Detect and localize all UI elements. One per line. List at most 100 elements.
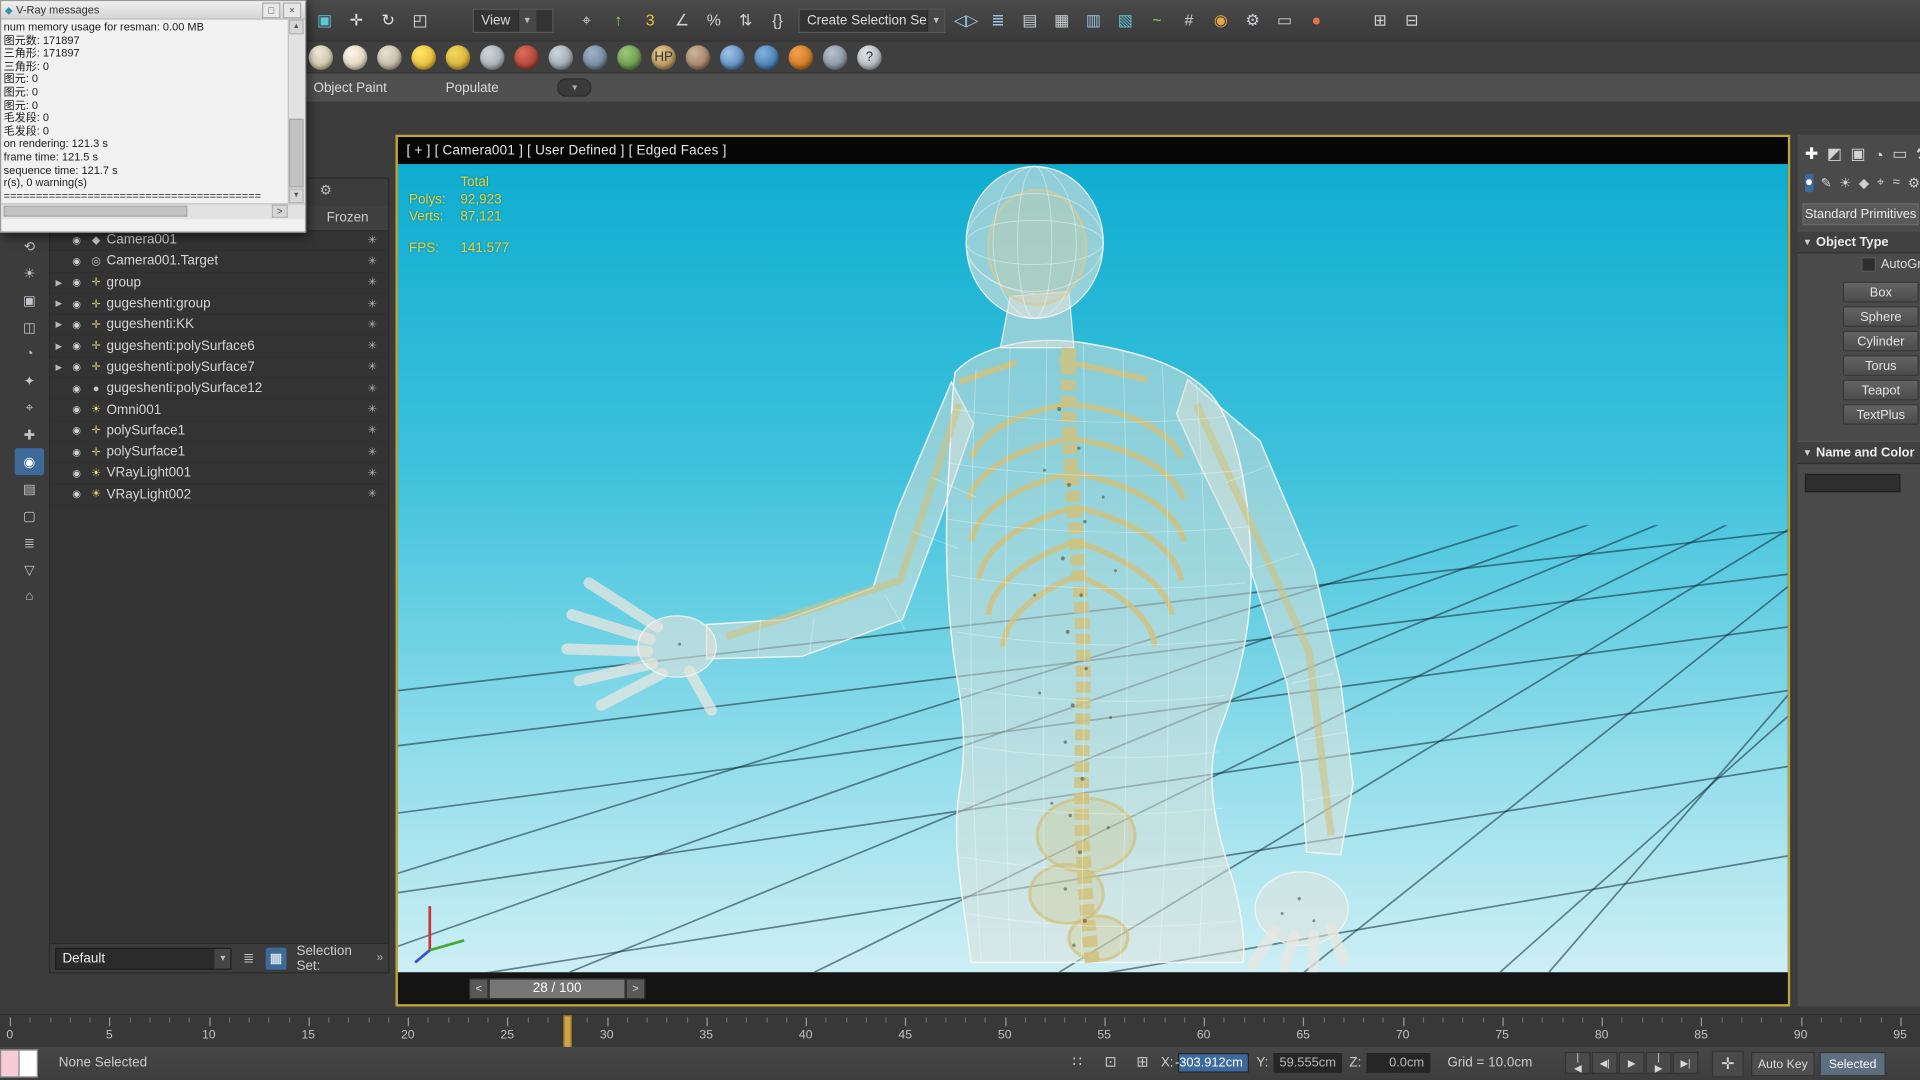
tab-object-paint[interactable]: Object Paint bbox=[313, 80, 386, 95]
frozen-toggle-icon[interactable]: ✳ bbox=[356, 297, 388, 310]
eye-icon[interactable]: ◉ bbox=[67, 319, 85, 330]
viewport-canvas[interactable]: Total Polys: 92,923 Verts: 87,121 FPS: 1… bbox=[397, 164, 1788, 973]
geometry-filter-icon[interactable]: ▣ bbox=[15, 287, 44, 314]
frozen-toggle-icon[interactable]: ✳ bbox=[356, 445, 388, 458]
toolbars-icon[interactable]: ▤ bbox=[1014, 6, 1046, 35]
create-textplus-button[interactable]: TextPlus bbox=[1842, 404, 1919, 425]
containers-filter-icon[interactable]: ▢ bbox=[15, 502, 44, 529]
pivot-point-icon[interactable]: ⌖ bbox=[571, 6, 603, 35]
create-teapot-button[interactable]: Teapot bbox=[1842, 379, 1919, 401]
systems-category-icon[interactable]: ⚙ bbox=[1908, 173, 1920, 191]
spacewarps-filter-icon[interactable]: ⌖ bbox=[15, 394, 44, 421]
frozen-toggle-icon[interactable]: ✳ bbox=[356, 276, 388, 289]
lights-filter-icon[interactable]: ☀ bbox=[15, 260, 44, 287]
selection-lock-icon[interactable]: ⊡ bbox=[1104, 1053, 1116, 1070]
maxscript-listener-pane[interactable] bbox=[19, 1049, 38, 1078]
close-icon[interactable]: × bbox=[282, 1, 302, 18]
render-setup-icon[interactable]: ⚙ bbox=[1237, 6, 1269, 35]
scene-row[interactable]: ▶ ◉ ✛ gugeshenti:polySurface7 ✳ bbox=[50, 357, 389, 379]
create-torus-button[interactable]: Torus bbox=[1842, 355, 1919, 376]
blue-sphere-icon[interactable] bbox=[720, 44, 745, 70]
scene-row[interactable]: ▶ ◉ ✛ gugeshenti:group ✳ bbox=[50, 294, 389, 315]
horizontal-scrollbar[interactable]: > bbox=[1, 203, 305, 220]
scene-row[interactable]: ◉ ● gugeshenti:polySurface12 ✳ bbox=[50, 378, 389, 400]
select-and-rotate-icon[interactable]: ↻ bbox=[372, 6, 404, 35]
eye-icon[interactable]: ◉ bbox=[67, 489, 85, 500]
expand-chevron-icon[interactable]: » bbox=[376, 951, 383, 964]
time-slider-frame-display[interactable]: 28 / 100 bbox=[488, 977, 626, 999]
materials-filter-icon[interactable]: ▤ bbox=[15, 475, 44, 502]
selected-mode-button[interactable]: Selected bbox=[1819, 1051, 1886, 1077]
isolate-selection-icon[interactable]: ∷ bbox=[1073, 1053, 1082, 1070]
create-tab-icon[interactable]: ✚ bbox=[1805, 144, 1818, 164]
flask-icon[interactable] bbox=[548, 44, 574, 70]
object-type-rollout[interactable]: ▾ Object Type bbox=[1797, 230, 1920, 254]
track-bar[interactable]: 0 5 10 15 20 25 30 35 40 45 50 55 60 65 70 75 80 85 90 95 bbox=[0, 1013, 1920, 1050]
object-name-field[interactable] bbox=[1804, 473, 1901, 493]
x-coordinate-field[interactable]: -303.912cm bbox=[1175, 1053, 1249, 1073]
scene-row[interactable]: ◉ ◆ Camera001 ✳ bbox=[50, 230, 389, 252]
expand-arrow-icon[interactable]: ▶ bbox=[50, 320, 67, 330]
sync-filter-icon[interactable]: ⟲ bbox=[15, 233, 44, 260]
scene-row[interactable]: ▶ ◉ ✛ group ✳ bbox=[50, 273, 389, 294]
geometry-category-icon[interactable]: ● bbox=[1804, 173, 1814, 192]
autogrid-checkbox[interactable] bbox=[1861, 257, 1876, 272]
vray-window-titlebar[interactable]: ◆ V-Ray messages □ × bbox=[1, 1, 305, 20]
absolute-offset-icon[interactable]: ⊞ bbox=[1136, 1053, 1148, 1070]
schematic-view-icon[interactable]: # bbox=[1173, 6, 1205, 35]
gear-icon[interactable]: ⚙ bbox=[320, 182, 332, 199]
shapes-filter-icon[interactable]: ◫ bbox=[15, 313, 44, 340]
spinner-snap-icon[interactable]: ⇅ bbox=[730, 6, 762, 35]
help-icon[interactable]: ? bbox=[857, 44, 882, 70]
hp-icon[interactable]: HP bbox=[651, 44, 676, 70]
cameras-category-icon[interactable]: ◆ bbox=[1859, 173, 1869, 191]
frozen-toggle-icon[interactable]: ✳ bbox=[356, 233, 388, 246]
scene-row[interactable]: ◉ ☀ Omni001 ✳ bbox=[50, 400, 389, 421]
sun-icon[interactable] bbox=[411, 44, 436, 70]
align-icon[interactable]: ≣ bbox=[982, 6, 1014, 35]
list-view-icon[interactable]: ≣ bbox=[15, 529, 44, 556]
visibility-filter-icon[interactable]: ◉ bbox=[14, 448, 45, 476]
hierarchy-tab-icon[interactable]: ▣ bbox=[1850, 144, 1865, 164]
previous-frame-button[interactable]: < bbox=[468, 977, 489, 999]
expand-arrow-icon[interactable]: ▶ bbox=[50, 341, 67, 351]
viewport-label[interactable]: [ + ] [ Camera001 ] [ User Defined ] [ E… bbox=[397, 137, 1788, 165]
use-center-icon[interactable]: ↑ bbox=[602, 6, 634, 35]
expand-arrow-icon[interactable]: ▶ bbox=[50, 278, 67, 288]
maxscript-listener-pane[interactable] bbox=[0, 1049, 20, 1078]
name-and-color-rollout[interactable]: ▾ Name and Color bbox=[1797, 440, 1920, 465]
frozen-toggle-icon[interactable]: ✳ bbox=[356, 488, 388, 501]
plant-icon[interactable] bbox=[617, 44, 642, 70]
modify-tab-icon[interactable]: ◩ bbox=[1827, 144, 1842, 164]
scroll-down-icon[interactable]: ▼ bbox=[288, 188, 304, 204]
dots-grid-icon[interactable] bbox=[480, 44, 505, 70]
eye-icon[interactable]: ◉ bbox=[67, 425, 85, 436]
eye-icon[interactable]: ◉ bbox=[67, 446, 85, 457]
berries-icon[interactable] bbox=[514, 44, 539, 70]
z-coordinate-field[interactable]: 0.0cm bbox=[1366, 1053, 1431, 1073]
frozen-toggle-icon[interactable]: ✳ bbox=[356, 424, 388, 437]
selection-set-dropdown[interactable]: Create Selection Set ▾ bbox=[798, 7, 946, 33]
expand-arrow-icon[interactable]: ▶ bbox=[50, 362, 67, 373]
primitive-category-dropdown[interactable]: Standard Primitives bbox=[1802, 203, 1919, 226]
workspace-grid-icon[interactable]: ⊞ bbox=[1364, 6, 1396, 35]
filter-icon[interactable]: ▽ bbox=[15, 556, 44, 583]
bones-filter-icon[interactable]: ✚ bbox=[15, 421, 44, 448]
camera-viewport[interactable]: [ + ] [ Camera001 ] [ User Defined ] [ E… bbox=[395, 134, 1791, 1007]
utilities-tab-icon[interactable]: ⚒ bbox=[1916, 144, 1920, 164]
play-icon[interactable]: ▶ bbox=[1618, 1051, 1645, 1074]
scene-row[interactable]: ▶ ◉ ✛ gugeshenti:polySurface6 ✳ bbox=[50, 336, 389, 358]
helpers-filter-icon[interactable]: ✦ bbox=[15, 367, 44, 394]
y-coordinate-field[interactable]: 59.555cm bbox=[1273, 1053, 1343, 1073]
scroll-right-icon[interactable]: > bbox=[271, 204, 288, 218]
go-to-end-icon[interactable]: ▶| bbox=[1672, 1051, 1699, 1074]
render-production-icon[interactable]: ● bbox=[1300, 6, 1332, 35]
rendered-frame-icon[interactable]: ▭ bbox=[1269, 6, 1301, 35]
previous-frame-icon[interactable]: ◀| bbox=[1591, 1051, 1618, 1074]
helpers-category-icon[interactable]: ⌖ bbox=[1876, 173, 1885, 191]
mirror-icon[interactable]: ◁▷ bbox=[950, 6, 982, 35]
eye-icon[interactable]: ◉ bbox=[67, 277, 85, 288]
globe-icon[interactable] bbox=[754, 44, 779, 70]
eye-icon[interactable]: ◉ bbox=[67, 256, 85, 267]
shell-icon[interactable] bbox=[308, 44, 334, 70]
